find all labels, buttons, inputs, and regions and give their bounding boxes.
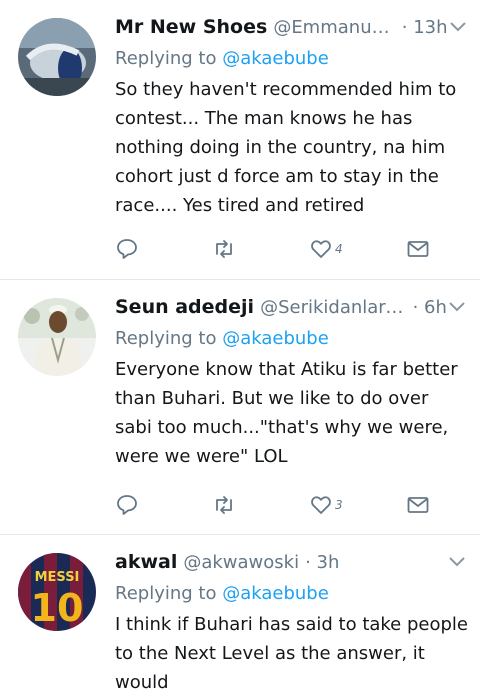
reply-icon bbox=[117, 239, 137, 259]
heart-icon bbox=[311, 240, 331, 258]
replying-prefix: Replying to bbox=[115, 48, 223, 69]
heart-icon bbox=[311, 496, 331, 514]
display-name[interactable]: Seun adedeji bbox=[115, 296, 254, 318]
user-handle[interactable]: @Serikidanlardie bbox=[260, 297, 407, 318]
tweet[interactable]: Seun adedeji @Serikidanlardie · 6h Reply… bbox=[0, 280, 480, 535]
like-count: 4 bbox=[335, 242, 343, 256]
like-button[interactable]: 4 bbox=[309, 237, 406, 261]
mention-link[interactable]: @akaebube bbox=[222, 583, 329, 604]
timestamp[interactable]: · 3h bbox=[305, 552, 339, 573]
mail-icon bbox=[407, 497, 429, 513]
tweet[interactable]: Mr New Shoes @Emmanuel... · 13h Replying… bbox=[0, 0, 480, 280]
user-handle[interactable]: @Emmanuel... bbox=[273, 17, 395, 38]
tweet-text: I think if Buhari has said to take peopl… bbox=[115, 614, 468, 693]
tweet[interactable]: MESSI 10 akwal @akwawoski · 3h Replying … bbox=[0, 535, 480, 693]
replying-to: Replying to @akaebube bbox=[115, 579, 468, 609]
mention-link[interactable]: @akaebube bbox=[222, 48, 329, 69]
chevron-down-icon[interactable] bbox=[447, 296, 468, 318]
reply-icon bbox=[117, 495, 137, 515]
replying-to: Replying to @akaebube bbox=[115, 324, 468, 354]
retweet-icon bbox=[216, 240, 232, 258]
action-bar: 4 bbox=[115, 234, 468, 264]
tweet-text: Everyone know that Atiku is far better t… bbox=[115, 359, 458, 467]
replying-to: Replying to @akaebube bbox=[115, 44, 468, 74]
retweet-button[interactable] bbox=[212, 237, 309, 261]
retweet-button[interactable] bbox=[212, 493, 309, 517]
reply-button[interactable] bbox=[115, 237, 212, 261]
tweet-text: So they haven't recommended him to conte… bbox=[115, 79, 457, 216]
mail-icon bbox=[407, 241, 429, 257]
timestamp[interactable]: · 6h bbox=[413, 297, 447, 318]
share-button[interactable] bbox=[406, 237, 430, 261]
avatar-jersey-name: MESSI bbox=[35, 570, 80, 585]
reply-button[interactable] bbox=[115, 493, 212, 517]
avatar-jersey-number: 10 bbox=[31, 586, 84, 630]
replying-prefix: Replying to bbox=[115, 328, 223, 349]
display-name[interactable]: akwal bbox=[115, 551, 177, 573]
retweet-icon bbox=[216, 496, 232, 514]
user-handle[interactable]: @akwawoski bbox=[183, 552, 299, 573]
avatar[interactable]: MESSI 10 bbox=[18, 553, 96, 631]
chevron-down-icon[interactable] bbox=[448, 16, 468, 38]
timestamp[interactable]: · 13h bbox=[402, 17, 448, 38]
like-button[interactable]: 3 bbox=[309, 493, 406, 517]
avatar[interactable] bbox=[18, 298, 96, 376]
share-button[interactable] bbox=[406, 493, 430, 517]
avatar[interactable] bbox=[18, 18, 96, 96]
replying-prefix: Replying to bbox=[115, 583, 223, 604]
chevron-down-icon[interactable] bbox=[446, 551, 468, 573]
action-bar: 3 bbox=[115, 490, 468, 520]
like-count: 3 bbox=[335, 498, 343, 512]
mention-link[interactable]: @akaebube bbox=[222, 328, 329, 349]
display-name[interactable]: Mr New Shoes bbox=[115, 16, 267, 38]
